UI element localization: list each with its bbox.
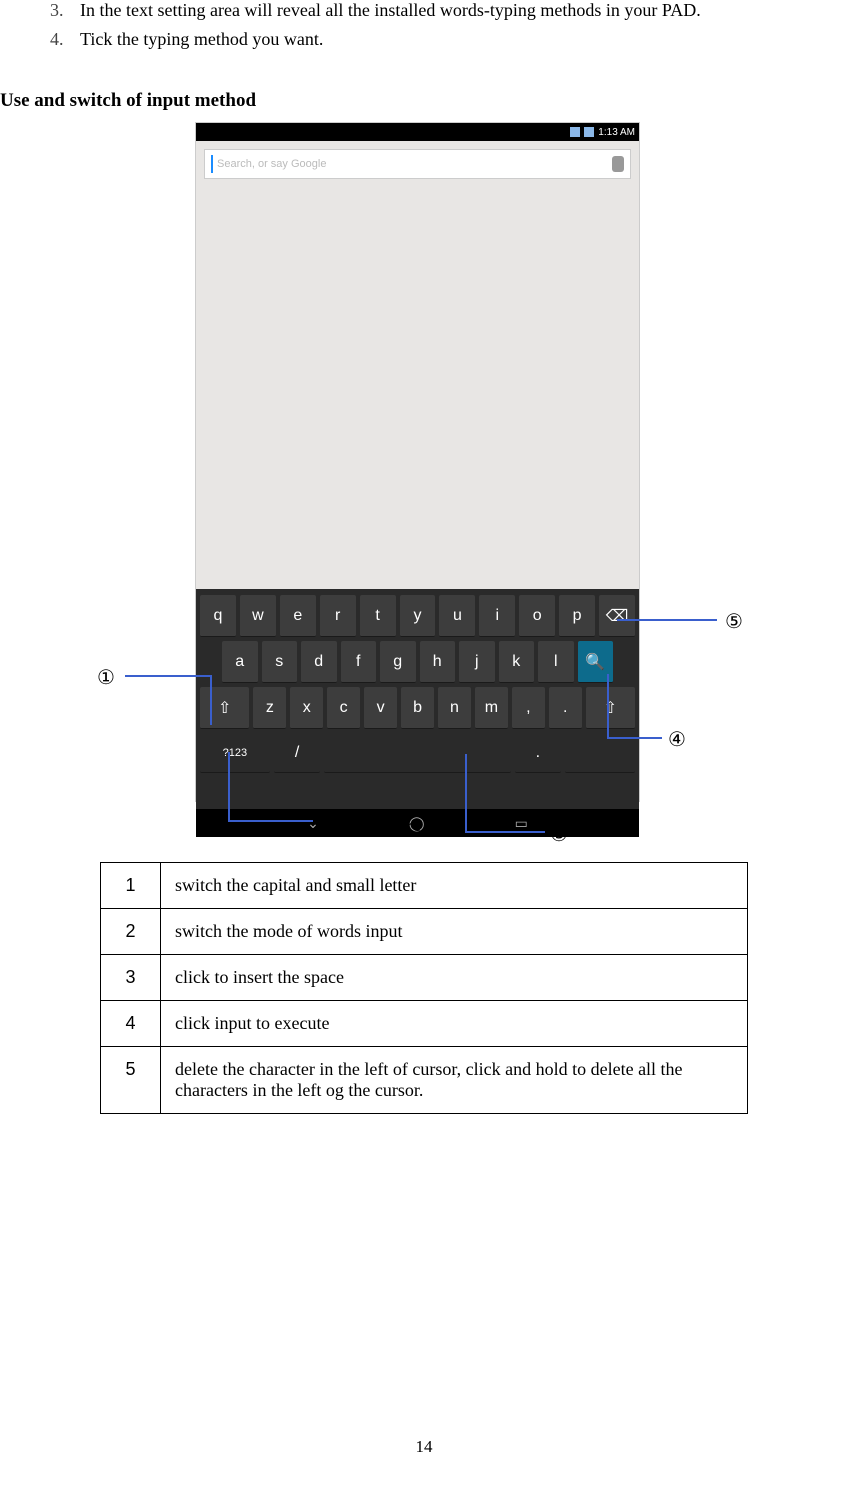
key-g[interactable]: g: [380, 641, 416, 683]
signal-icon: [570, 127, 580, 137]
callout-line: [228, 820, 313, 822]
legend-description: switch the capital and small letter: [161, 863, 748, 909]
microphone-icon[interactable]: [612, 156, 624, 172]
table-row: 5 delete the character in the left of cu…: [101, 1047, 748, 1114]
key-j[interactable]: j: [459, 641, 495, 683]
key-e[interactable]: e: [280, 595, 316, 637]
key-r[interactable]: r: [320, 595, 356, 637]
status-time: 1:13 AM: [598, 127, 635, 138]
keyboard: q w e r t y u i o p ⌫ a s d f g h j k: [196, 589, 639, 809]
shift-icon: ⇧: [604, 698, 617, 718]
key-v[interactable]: v: [364, 687, 397, 729]
key-period[interactable]: .: [549, 687, 582, 729]
callout-line: [465, 831, 545, 833]
callout-line: [228, 752, 230, 820]
key-x[interactable]: x: [290, 687, 323, 729]
legend-description: click to insert the space: [161, 955, 748, 1001]
key-q[interactable]: q: [200, 595, 236, 637]
search-placeholder: Search, or say Google: [217, 158, 612, 170]
table-row: 1 switch the capital and small letter: [101, 863, 748, 909]
keyboard-row-1: q w e r t y u i o p ⌫: [200, 595, 635, 637]
callout-5-label: ⑤: [725, 609, 743, 634]
battery-icon: [584, 127, 594, 137]
content-area: [196, 179, 639, 589]
nav-back-icon[interactable]: ⌄: [307, 815, 319, 832]
keyboard-row-3: ⇧ z x c v b n m , . ⇧: [200, 687, 635, 729]
key-enter[interactable]: [565, 733, 635, 773]
key-s[interactable]: s: [262, 641, 298, 683]
key-comma[interactable]: ,: [512, 687, 545, 729]
callout-line: [125, 675, 210, 677]
key-space[interactable]: [324, 733, 510, 773]
search-bar[interactable]: Search, or say Google: [204, 149, 631, 179]
key-c[interactable]: c: [327, 687, 360, 729]
key-t[interactable]: t: [360, 595, 396, 637]
keyboard-row-2: a s d f g h j k l 🔍: [200, 641, 635, 683]
legend-description: click input to execute: [161, 1001, 748, 1047]
key-slash[interactable]: /: [274, 733, 321, 773]
key-backspace[interactable]: ⌫: [599, 595, 635, 637]
legend-number: 4: [101, 1001, 161, 1047]
legend-number: 2: [101, 909, 161, 955]
key-m[interactable]: m: [475, 687, 508, 729]
key-k[interactable]: k: [499, 641, 535, 683]
key-b[interactable]: b: [401, 687, 434, 729]
callout-3-label: ③: [550, 822, 568, 847]
list-item: 4. Tick the typing method you want.: [0, 29, 848, 50]
figure-caption: Picture 3.8: [365, 815, 448, 836]
shift-icon: ⇧: [218, 698, 231, 718]
key-d[interactable]: d: [301, 641, 337, 683]
table-row: 2 switch the mode of words input: [101, 909, 748, 955]
key-w[interactable]: w: [240, 595, 276, 637]
callout-line: [607, 737, 662, 739]
callout-line: [465, 754, 467, 831]
status-bar: 1:13 AM: [196, 123, 639, 141]
legend-number: 1: [101, 863, 161, 909]
key-p[interactable]: p: [559, 595, 595, 637]
device-screenshot: 1:13 AM Search, or say Google q w e r t …: [195, 122, 640, 802]
callout-1-label: ①: [97, 665, 115, 690]
table-row: 3 click to insert the space: [101, 955, 748, 1001]
key-i[interactable]: i: [479, 595, 515, 637]
key-y[interactable]: y: [400, 595, 436, 637]
key-shift[interactable]: ⇧: [200, 687, 249, 729]
table-row: 4 click input to execute: [101, 1001, 748, 1047]
key-mode-switch[interactable]: ?123: [200, 733, 270, 773]
callout-line: [607, 674, 609, 738]
key-a[interactable]: a: [222, 641, 258, 683]
legend-number: 3: [101, 955, 161, 1001]
keyboard-row-4: ?123 / .: [200, 733, 635, 773]
key-u[interactable]: u: [439, 595, 475, 637]
key-period-bottom[interactable]: .: [515, 733, 562, 773]
legend-description: switch the mode of words input: [161, 909, 748, 955]
callout-2-label: ②: [320, 811, 338, 836]
figure-area: 1:13 AM Search, or say Google q w e r t …: [0, 122, 848, 842]
nav-recent-icon[interactable]: ▭: [515, 815, 528, 832]
list-number: 3.: [50, 0, 80, 21]
key-o[interactable]: o: [519, 595, 555, 637]
legend-description: delete the character in the left of curs…: [161, 1047, 748, 1114]
key-z[interactable]: z: [253, 687, 286, 729]
list-text: Tick the typing method you want.: [80, 29, 848, 50]
backspace-icon: ⌫: [606, 606, 629, 626]
list-number: 4.: [50, 29, 80, 50]
callout-line: [617, 619, 717, 621]
callout-line: [210, 675, 212, 725]
legend-number: 5: [101, 1047, 161, 1114]
text-cursor: [211, 155, 213, 173]
key-n[interactable]: n: [438, 687, 471, 729]
list-text: In the text setting area will reveal all…: [80, 0, 848, 21]
legend-table: 1 switch the capital and small letter 2 …: [100, 862, 748, 1114]
page-number: 14: [0, 1437, 848, 1457]
key-l[interactable]: l: [538, 641, 574, 683]
list-item: 3. In the text setting area will reveal …: [0, 0, 848, 21]
key-h[interactable]: h: [420, 641, 456, 683]
key-shift-right[interactable]: ⇧: [586, 687, 635, 729]
key-f[interactable]: f: [341, 641, 377, 683]
section-heading: Use and switch of input method: [0, 90, 848, 112]
callout-4-label: ④: [668, 727, 686, 752]
search-icon: 🔍: [585, 652, 605, 672]
